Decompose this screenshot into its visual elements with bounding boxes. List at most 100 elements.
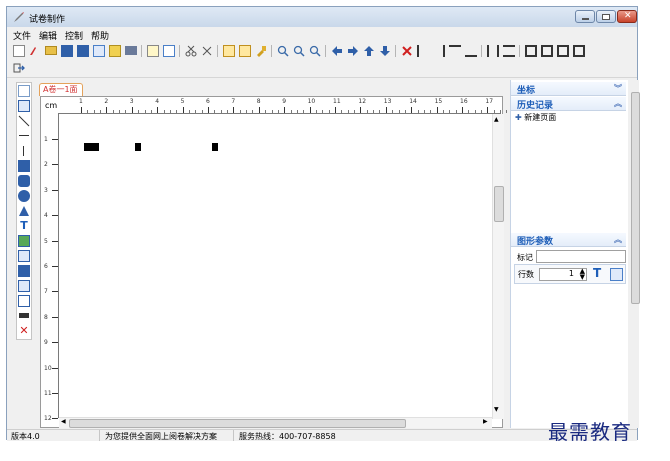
ruler-minor-tick (430, 110, 432, 113)
ruler-minor-tick (176, 110, 178, 113)
canvas-area[interactable]: cm 1 2 3 4 5 6 7 8 9 10 11 12 13 14 15 16 17 1 2 3 4 5 6 7 8 9 10… (40, 96, 508, 428)
maximize-button[interactable] (596, 10, 616, 23)
secondary-toolbar (7, 60, 637, 78)
distribute-v-icon[interactable] (503, 45, 515, 57)
new-file-icon[interactable] (13, 45, 25, 57)
save-as-icon[interactable] (77, 45, 89, 57)
align-bottom-icon[interactable] (465, 45, 477, 57)
rounded-rect-icon[interactable] (18, 175, 30, 187)
chevron-down-icon[interactable]: ︾ (614, 83, 622, 94)
rows-row: 行数 1 ▲ ▼ T (514, 264, 626, 284)
copy-icon[interactable] (223, 45, 235, 57)
small-square-icon[interactable] (18, 100, 30, 112)
right-scroll-thumb[interactable] (631, 92, 640, 304)
barcode-icon[interactable] (18, 280, 30, 292)
history-item[interactable]: ✚ 新建页面 (515, 112, 556, 123)
mark-input[interactable] (536, 250, 626, 263)
horizontal-scroll-thumb[interactable] (69, 419, 406, 428)
check-icon[interactable] (163, 45, 175, 57)
ruler-tick (462, 107, 463, 113)
open-icon[interactable] (29, 45, 41, 57)
rectangle-icon[interactable] (18, 160, 30, 172)
align-left-icon[interactable] (417, 45, 429, 57)
right-panel-scrollbar[interactable] (630, 80, 640, 428)
ruler-minor-tick (366, 110, 368, 113)
shape-panel-title: 图形参数 (517, 237, 554, 247)
black-bar-icon[interactable] (18, 310, 30, 322)
delete-icon[interactable] (401, 45, 413, 57)
text-icon[interactable]: T (18, 220, 30, 232)
minimize-button[interactable] (575, 10, 595, 23)
zoom-in-icon[interactable] (293, 45, 305, 57)
text-tool-icon[interactable]: T (593, 266, 601, 280)
coord-panel-header[interactable]: 坐标 ︾ (511, 82, 626, 96)
note-icon[interactable] (147, 45, 159, 57)
ruler-tick (309, 107, 311, 113)
same-size-icon[interactable] (557, 45, 569, 57)
brush-icon[interactable] (255, 45, 267, 57)
triangle-icon[interactable] (18, 205, 30, 217)
zoom-icon[interactable] (277, 45, 289, 57)
save-icon[interactable] (61, 45, 73, 57)
scroll-left-icon[interactable]: ◀ (61, 418, 66, 425)
history-panel-header[interactable]: 历史记录 ︽ (511, 97, 626, 111)
ruler-minor-tick (328, 110, 330, 113)
ellipse-icon[interactable] (18, 190, 30, 202)
vertical-scrollbar[interactable]: ▲ ▼ (492, 114, 504, 419)
page-setup-icon[interactable] (93, 45, 105, 57)
fill-rect-icon[interactable] (18, 265, 30, 277)
menu-file[interactable]: 文件 (13, 29, 31, 42)
horizontal-line-icon[interactable] (18, 130, 30, 142)
image-tool-icon[interactable] (610, 268, 623, 281)
vertical-scroll-thumb[interactable] (494, 186, 504, 222)
shape-mark[interactable] (212, 143, 218, 151)
chevron-up-icon[interactable]: ︽ (614, 98, 622, 109)
menu-edit[interactable]: 编辑 (39, 29, 57, 42)
arrow-left-icon[interactable] (331, 45, 343, 57)
group-icon[interactable] (573, 45, 585, 57)
folder-icon[interactable] (45, 46, 57, 55)
paste-icon[interactable] (239, 45, 251, 57)
align-right-icon[interactable] (433, 45, 445, 57)
arrow-right-icon[interactable] (347, 45, 359, 57)
menu-control[interactable]: 控制 (65, 29, 83, 42)
scissors-icon[interactable] (201, 45, 213, 57)
scroll-up-icon[interactable]: ▲ (494, 116, 499, 123)
distribute-h-icon[interactable] (487, 45, 499, 57)
image-icon[interactable] (18, 235, 30, 247)
table-icon[interactable] (18, 250, 30, 262)
frame-icon[interactable] (18, 295, 30, 307)
template-icon[interactable] (109, 45, 121, 57)
cut-icon[interactable] (185, 45, 197, 57)
zoom-out-icon[interactable] (309, 45, 321, 57)
ruler-minor-tick (474, 110, 476, 113)
scroll-down-icon[interactable]: ▼ (494, 406, 499, 413)
arrow-down-icon[interactable] (379, 45, 391, 57)
page-tabs: A卷一1面 (35, 80, 505, 96)
exit-icon[interactable] (13, 62, 25, 74)
chevron-up-icon[interactable]: ︽ (614, 234, 622, 245)
shape-mark[interactable] (135, 143, 141, 151)
rows-stepper[interactable]: 1 ▲ ▼ (539, 268, 587, 281)
pointer-icon[interactable] (18, 85, 30, 97)
close-button[interactable]: ✕ (617, 10, 637, 23)
shape-mark[interactable] (84, 143, 99, 151)
delete-tool-icon[interactable]: ✕ (18, 325, 30, 337)
ruler-tick (157, 107, 159, 113)
menu-help[interactable]: 帮助 (91, 29, 109, 42)
tab-page-a1[interactable]: A卷一1面 (39, 83, 83, 96)
print-icon[interactable] (125, 46, 137, 55)
same-width-icon[interactable] (525, 45, 537, 57)
same-height-icon[interactable] (541, 45, 553, 57)
scroll-right-icon[interactable]: ▶ (483, 418, 488, 425)
align-top-icon[interactable] (449, 45, 461, 57)
arrow-up-icon[interactable] (363, 45, 375, 57)
shape-panel-header[interactable]: 图形参数 ︽ (511, 233, 626, 247)
ruler-minor-tick (265, 110, 267, 113)
vertical-line-icon[interactable] (18, 145, 30, 157)
ruler-tick-label: 7 (231, 98, 236, 105)
horizontal-scrollbar[interactable]: ◀ ▶ (59, 417, 492, 428)
ruler-minor-tick (271, 110, 273, 113)
diagonal-line-icon[interactable] (18, 115, 30, 127)
spin-arrows-icon[interactable]: ▲ ▼ (580, 268, 585, 281)
